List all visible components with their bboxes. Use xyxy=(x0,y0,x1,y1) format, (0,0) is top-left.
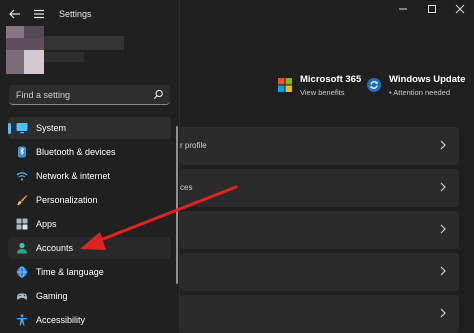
sidebar-item-label: System xyxy=(36,123,67,133)
nav-list: System Bluetooth & devices Network & int… xyxy=(8,117,171,333)
windows-update-subtitle: • Attention needed xyxy=(389,88,451,97)
gamepad-icon xyxy=(16,293,28,300)
content-row[interactable] xyxy=(180,211,459,249)
search-icon[interactable] xyxy=(153,89,164,100)
microsoft365-title: Microsoft 365 xyxy=(300,74,362,85)
wifi-icon xyxy=(16,172,28,181)
windows-update-title: Windows Update xyxy=(389,74,466,85)
app-title: Settings xyxy=(59,9,92,19)
sidebar-item-personalization[interactable]: Personalization xyxy=(8,189,171,211)
sidebar-item-network-internet[interactable]: Network & internet xyxy=(8,165,171,187)
maximize-icon xyxy=(428,5,436,13)
sidebar-item-label: Gaming xyxy=(36,291,68,301)
windows-update-card[interactable]: Windows Update • Attention needed xyxy=(367,72,467,102)
close-button[interactable] xyxy=(452,2,468,16)
blurred-profile-avatar[interactable] xyxy=(6,26,126,78)
hamburger-menu-icon[interactable] xyxy=(32,7,46,21)
bluetooth-icon xyxy=(18,146,26,158)
content-row[interactable] xyxy=(180,295,459,333)
chevron-right-icon xyxy=(440,266,446,276)
chevron-right-icon xyxy=(440,224,446,234)
selection-indicator xyxy=(8,123,11,134)
minimize-icon xyxy=(399,8,407,10)
content-row[interactable]: r profile xyxy=(180,127,459,165)
nav-scrollbar[interactable] xyxy=(176,126,178,284)
chevron-right-icon xyxy=(440,182,446,192)
search-box[interactable] xyxy=(9,85,170,105)
sidebar-item-label: Accessibility xyxy=(36,315,86,325)
content-row[interactable] xyxy=(180,253,459,291)
sidebar-item-bluetooth-devices[interactable]: Bluetooth & devices xyxy=(8,141,171,163)
search-input[interactable] xyxy=(16,88,146,102)
sidebar-item-system[interactable]: System xyxy=(8,117,171,139)
content-row[interactable]: ces xyxy=(180,169,459,207)
globe-clock-icon xyxy=(16,266,28,278)
sidebar-item-accounts[interactable]: Accounts xyxy=(8,237,171,259)
sidebar-item-label: Network & internet xyxy=(36,171,111,181)
microsoft365-card[interactable]: Microsoft 365 View benefits xyxy=(278,72,368,102)
sidebar-item-label: Apps xyxy=(36,219,57,229)
sidebar-item-label: Time & language xyxy=(36,267,104,277)
microsoft365-subtitle: View benefits xyxy=(300,88,345,97)
sidebar-item-accessibility[interactable]: Accessibility xyxy=(8,309,171,331)
settings-window: r profile ces Microsoft 365 View benefit… xyxy=(0,0,474,333)
refresh-update-icon xyxy=(367,78,381,92)
sidebar-item-label: Bluetooth & devices xyxy=(36,147,116,157)
chevron-right-icon xyxy=(440,308,446,318)
sidebar-item-label: Personalization xyxy=(36,195,98,205)
apps-grid-icon xyxy=(16,218,28,230)
accessibility-icon xyxy=(17,314,27,326)
row-text: ces xyxy=(180,183,193,192)
close-icon xyxy=(455,4,465,14)
brush-icon xyxy=(16,195,27,206)
person-icon xyxy=(17,242,27,254)
microsoft-logo-icon xyxy=(278,78,292,92)
maximize-button[interactable] xyxy=(424,2,440,16)
chevron-right-icon xyxy=(440,140,446,150)
back-arrow-icon[interactable] xyxy=(8,7,22,21)
sidebar-item-apps[interactable]: Apps xyxy=(8,213,171,235)
sidebar-item-label: Accounts xyxy=(36,243,74,253)
navigation-pane: Settings Find a setting System Bluetooth… xyxy=(0,0,180,333)
row-text: r profile xyxy=(180,141,207,150)
monitor-icon xyxy=(16,123,28,134)
sidebar-item-gaming[interactable]: Gaming xyxy=(8,285,171,307)
sidebar-item-time-language[interactable]: Time & language xyxy=(8,261,171,283)
minimize-button[interactable] xyxy=(395,2,411,16)
